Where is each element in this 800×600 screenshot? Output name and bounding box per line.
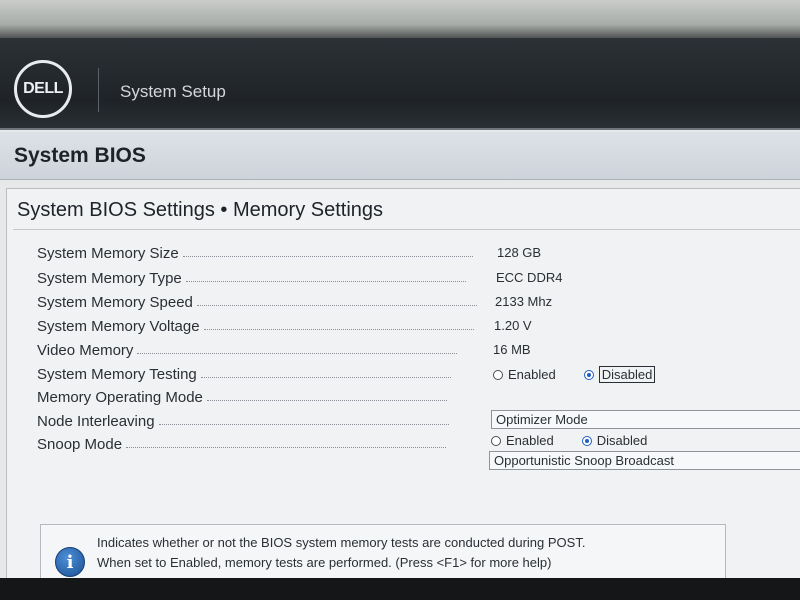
radio-label: Disabled [598,366,656,383]
dotted-leader [158,423,449,425]
dotted-leader [200,376,451,378]
help-text-line-2: When set to Enabled, memory tests are pe… [97,555,552,570]
breadcrumb-title: System BIOS Settings • Memory Settings [17,199,384,221]
setting-row-memory-speed: System Memory Speed [37,290,800,314]
dotted-leader [126,446,447,448]
radio-label: Enabled [508,367,556,382]
setting-row-video-memory: Video Memory [37,338,800,362]
dotted-leader [206,399,447,401]
radio-button-icon [493,369,503,380]
setting-row-node-interleaving: Node Interleaving [37,409,800,433]
radio-group-memory-testing: Enabled Disabled [493,366,656,383]
monitor-bezel-bottom [0,578,800,600]
app-title: System Setup [120,82,226,101]
setting-value-memory-size: 128 GB [497,245,542,260]
setting-label: Snoop Mode [37,435,127,453]
setting-value-video-memory: 16 MB [493,342,531,357]
dotted-leader [137,352,458,354]
setting-label: Memory Operating Mode [37,388,207,406]
setting-label: System Memory Voltage [37,317,204,335]
setting-row-memory-testing: System Memory Testing [37,362,800,386]
setting-label: System Memory Speed [37,293,197,311]
radio-memory-testing-enabled[interactable]: Enabled [493,367,556,382]
dotted-leader [182,255,473,257]
setting-label: System Memory Testing [37,365,201,383]
setting-label: Video Memory [37,341,138,359]
dotted-leader [196,304,477,306]
section-bar: System BIOS [0,132,800,180]
help-text-line-1: Indicates whether or not the BIOS system… [97,535,586,550]
radio-memory-testing-disabled[interactable]: Disabled [583,366,656,383]
setting-row-operating-mode: Memory Operating Mode [37,385,800,409]
info-icon: i [55,547,85,577]
setting-value-memory-speed: 2133 Mhz [495,294,553,309]
setting-label: System Memory Type [37,269,186,287]
dell-logo: DELL [14,60,72,118]
radio-button-checked-icon [583,369,594,380]
header-bar: DELL System Setup [0,38,800,130]
setting-label: System Memory Size [37,244,183,262]
setting-label: Node Interleaving [37,412,159,430]
dotted-leader [185,280,466,282]
section-title: System BIOS [14,144,146,167]
setting-value-memory-voltage: 1.20 V [494,318,532,333]
panel-divider [13,229,800,230]
setting-value-memory-type: ECC DDR4 [496,270,563,285]
header-divider [98,68,99,112]
bios-screen: DELL System Setup System BIOS System BIO… [0,38,800,600]
setting-row-memory-voltage: System Memory Voltage [37,314,800,338]
snoop-mode-select[interactable]: Opportunistic Snoop Broadcast [489,451,800,470]
setting-row-memory-size: System Memory Size [37,241,800,265]
setting-row-memory-type: System Memory Type [37,266,800,290]
dotted-leader [203,328,474,330]
